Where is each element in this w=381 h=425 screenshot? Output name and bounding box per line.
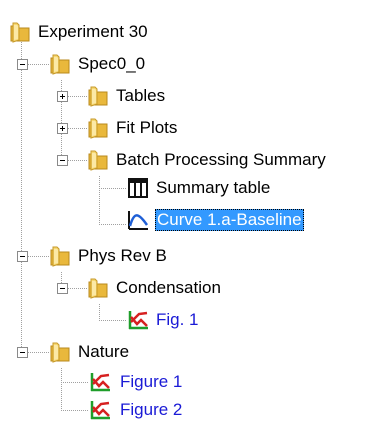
tree-item-figure-2[interactable]: Figure 2 (0, 395, 381, 425)
tree-item-label: Experiment 30 (38, 22, 148, 41)
tree-item-tables[interactable]: Tables (0, 81, 381, 111)
tree-item-curve-baseline[interactable]: Curve 1.a-Baseline (0, 205, 381, 235)
folder-icon (48, 52, 72, 76)
collapse-toggle[interactable] (57, 155, 68, 166)
folder-icon (86, 116, 110, 140)
folder-icon (86, 148, 110, 172)
tree-item-label: Figure 1 (120, 372, 183, 391)
tree-item-condensation[interactable]: Condensation (0, 273, 381, 303)
graph-icon (126, 308, 150, 332)
tree-item-label-selected: Curve 1.a-Baseline (155, 209, 304, 231)
graph-icon (88, 370, 112, 394)
tree-item-label: Figure 2 (120, 400, 183, 419)
graph-icon (88, 398, 112, 422)
folder-icon (8, 20, 32, 44)
tree-item-nature[interactable]: Nature (0, 337, 381, 367)
folder-icon (48, 244, 72, 268)
curve-icon (126, 208, 150, 232)
folder-icon (86, 276, 110, 300)
tree-item-label: Spec0_0 (78, 54, 146, 73)
expand-toggle[interactable] (57, 123, 68, 134)
tree-item-figure-1[interactable]: Figure 1 (0, 367, 381, 397)
tree-item-label: Tables (116, 86, 166, 105)
tree-item-label: Condensation (116, 278, 221, 297)
collapse-toggle[interactable] (57, 283, 68, 294)
tree-item-batch-processing-summary[interactable]: Batch Processing Summary (0, 145, 381, 175)
folder-icon (86, 84, 110, 108)
tree-item-fig-1[interactable]: Fig. 1 (0, 305, 381, 335)
project-tree: Experiment 30 Spec0_0 Tables Fit Plots B… (0, 0, 381, 423)
collapse-toggle[interactable] (17, 251, 28, 262)
tree-item-experiment-30[interactable]: Experiment 30 (0, 17, 381, 47)
expand-toggle[interactable] (57, 91, 68, 102)
tree-item-summary-table[interactable]: Summary table (0, 173, 381, 203)
tree-item-spec0-0[interactable]: Spec0_0 (0, 49, 381, 79)
tree-item-label: Batch Processing Summary (116, 150, 326, 169)
tree-item-phys-rev-b[interactable]: Phys Rev B (0, 241, 381, 271)
tree-item-label: Fit Plots (116, 118, 178, 137)
tree-item-label: Nature (78, 342, 130, 361)
tree-item-label: Phys Rev B (78, 246, 167, 265)
folder-icon (48, 340, 72, 364)
collapse-toggle[interactable] (17, 347, 28, 358)
collapse-toggle[interactable] (17, 59, 28, 70)
tree-item-label: Summary table (156, 178, 271, 197)
table-icon (126, 176, 150, 200)
tree-item-fit-plots[interactable]: Fit Plots (0, 113, 381, 143)
tree-item-label: Fig. 1 (156, 310, 199, 329)
